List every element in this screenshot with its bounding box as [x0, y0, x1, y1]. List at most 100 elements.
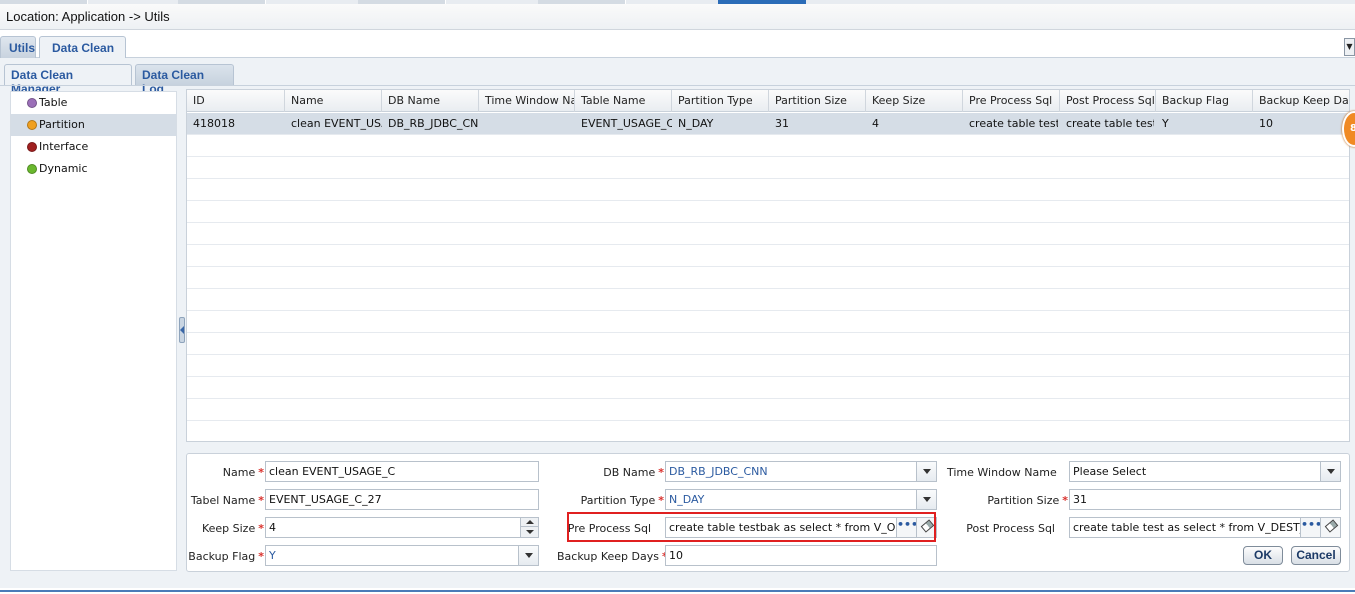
circle-icon [27, 98, 37, 108]
circle-icon [27, 164, 37, 174]
grid-footer-bar [186, 441, 1350, 447]
column-header-db-name[interactable]: DB Name [382, 90, 479, 112]
db-name-label: DB Name * [557, 466, 664, 482]
grid-header: ID Name DB Name Time Window Name Table N… [187, 90, 1349, 112]
cell-table-name: EVENT_USAGE_C_27 [581, 117, 672, 130]
tab-menu-dropdown[interactable]: ▼ [1344, 38, 1355, 56]
cell-pre-process-sql: create table testbak as select [969, 117, 1058, 130]
tabel-name-label-text: Tabel Name [190, 494, 256, 507]
required-marker: * [258, 494, 264, 507]
column-header-time-window-name[interactable]: Time Window Name [479, 90, 575, 112]
category-tree: Table Partition Interface Dynamic [10, 91, 177, 571]
column-header-partition-type[interactable]: Partition Type [672, 90, 769, 112]
time-window-name-label: Time Window Name [947, 466, 1057, 479]
column-header-partition-size[interactable]: Partition Size [769, 90, 866, 112]
column-header-backup-flag[interactable]: Backup Flag [1156, 90, 1253, 112]
post-process-sql-input[interactable]: create table test as select * from V_DES… [1069, 517, 1341, 538]
tree-item-partition[interactable]: Partition [11, 114, 176, 136]
cancel-button[interactable]: Cancel [1291, 546, 1341, 565]
chevron-down-icon[interactable] [518, 546, 538, 565]
keep-size-spinner [520, 518, 538, 537]
partition-type-select[interactable]: N_DAY [665, 489, 937, 510]
tree-item-label: Partition [39, 118, 85, 131]
tree-item-label: Dynamic [39, 162, 88, 175]
post-process-sql-value: create table test as select * from V_DES… [1073, 521, 1327, 534]
time-window-name-select[interactable]: Please Select [1069, 461, 1341, 482]
empty-row [187, 245, 1349, 267]
chevron-down-icon[interactable] [1320, 462, 1340, 481]
partition-type-label-text: Partition Type [580, 494, 656, 507]
partition-type-value: N_DAY [669, 493, 705, 506]
required-marker: * [658, 494, 664, 507]
tab-utils[interactable]: Utils [0, 36, 36, 58]
backup-keep-days-label: Backup Keep Days* [557, 550, 668, 566]
circle-icon [27, 120, 37, 130]
eraser-icon[interactable] [1320, 518, 1340, 537]
main-tab-bar: Utils Data Clean [0, 34, 1355, 59]
tabel-name-input[interactable]: EVENT_USAGE_C_27 [265, 489, 539, 510]
column-header-id[interactable]: ID [187, 90, 285, 112]
name-input[interactable]: clean EVENT_USAGE_C [265, 461, 539, 482]
cell-time-window-name [479, 113, 575, 135]
backup-keep-days-input[interactable]: 10 [665, 545, 937, 566]
empty-row [187, 311, 1349, 333]
empty-row [187, 223, 1349, 245]
ok-button[interactable]: OK [1243, 546, 1283, 565]
db-name-label-text: DB Name [603, 466, 656, 479]
empty-row [187, 355, 1349, 377]
column-header-pre-process-sql[interactable]: Pre Process Sql [963, 90, 1060, 112]
tab-data-clean[interactable]: Data Clean [39, 36, 126, 59]
column-header-post-process-sql[interactable]: Post Process Sql [1060, 90, 1156, 112]
db-name-value: DB_RB_JDBC_CNN [669, 465, 768, 478]
tree-item-dynamic[interactable]: Dynamic [11, 158, 176, 180]
empty-row [187, 421, 1349, 443]
column-header-backup-keep-days[interactable]: Backup Keep Days [1253, 90, 1349, 112]
required-marker: * [658, 466, 664, 479]
data-grid: ID Name DB Name Time Window Name Table N… [186, 89, 1350, 447]
backup-flag-label-text: Backup Flag [188, 550, 256, 563]
tab-data-clean-manager[interactable]: Data Clean Manager [4, 64, 132, 96]
empty-row [187, 157, 1349, 179]
location-breadcrumb: Location: Application -> Utils [0, 4, 1355, 30]
cell-partition-type: N_DAY [678, 117, 714, 130]
required-marker: * [258, 466, 264, 479]
post-process-sql-label: Post Process Sql [966, 522, 1055, 535]
cell-id: 418018 [193, 117, 235, 130]
column-header-table-name[interactable]: Table Name [575, 90, 672, 112]
empty-row [187, 201, 1349, 223]
backup-flag-label: Backup Flag * [187, 550, 264, 566]
required-marker: * [258, 522, 264, 535]
bottom-border [0, 590, 1355, 592]
tab-data-clean-log[interactable]: Data Clean Log [135, 64, 234, 96]
empty-row [187, 179, 1349, 201]
chevron-down-icon[interactable] [916, 462, 936, 481]
table-row[interactable]: 418018 clean EVENT_USAGE_C DB_RB_JDBC_CN… [187, 113, 1349, 135]
tree-item-interface[interactable]: Interface [11, 136, 176, 158]
column-header-name[interactable]: Name [285, 90, 382, 112]
cell-partition-size: 31 [775, 117, 789, 130]
required-marker: * [258, 550, 264, 563]
spinner-up-icon[interactable] [521, 518, 538, 527]
chevron-down-icon[interactable] [916, 490, 936, 509]
cell-backup-keep-days: 10 [1259, 117, 1273, 130]
backup-flag-select[interactable]: Y [265, 545, 539, 566]
tree-item-table[interactable]: Table [11, 92, 176, 114]
spinner-down-icon[interactable] [521, 527, 538, 536]
keep-size-label-text: Keep Size [201, 522, 256, 535]
partition-size-input[interactable]: 31 [1069, 489, 1341, 510]
tree-item-label: Interface [39, 140, 89, 153]
partition-size-label: Partition Size * [947, 494, 1068, 510]
empty-row [187, 399, 1349, 421]
cell-name: clean EVENT_USAGE_C [291, 117, 382, 130]
cell-db-name: DB_RB_JDBC_CNN [388, 117, 479, 130]
keep-size-label: Keep Size * [187, 522, 264, 538]
more-options-icon[interactable]: ••• [1300, 518, 1322, 537]
empty-row [187, 289, 1349, 311]
keep-size-stepper[interactable]: 4 [265, 517, 539, 538]
tabel-name-label: Tabel Name * [187, 494, 264, 510]
partition-size-label-text: Partition Size [987, 494, 1060, 507]
empty-row [187, 267, 1349, 289]
collapse-panel-handle[interactable] [179, 317, 185, 343]
column-header-keep-size[interactable]: Keep Size [866, 90, 963, 112]
db-name-select[interactable]: DB_RB_JDBC_CNN [665, 461, 937, 482]
